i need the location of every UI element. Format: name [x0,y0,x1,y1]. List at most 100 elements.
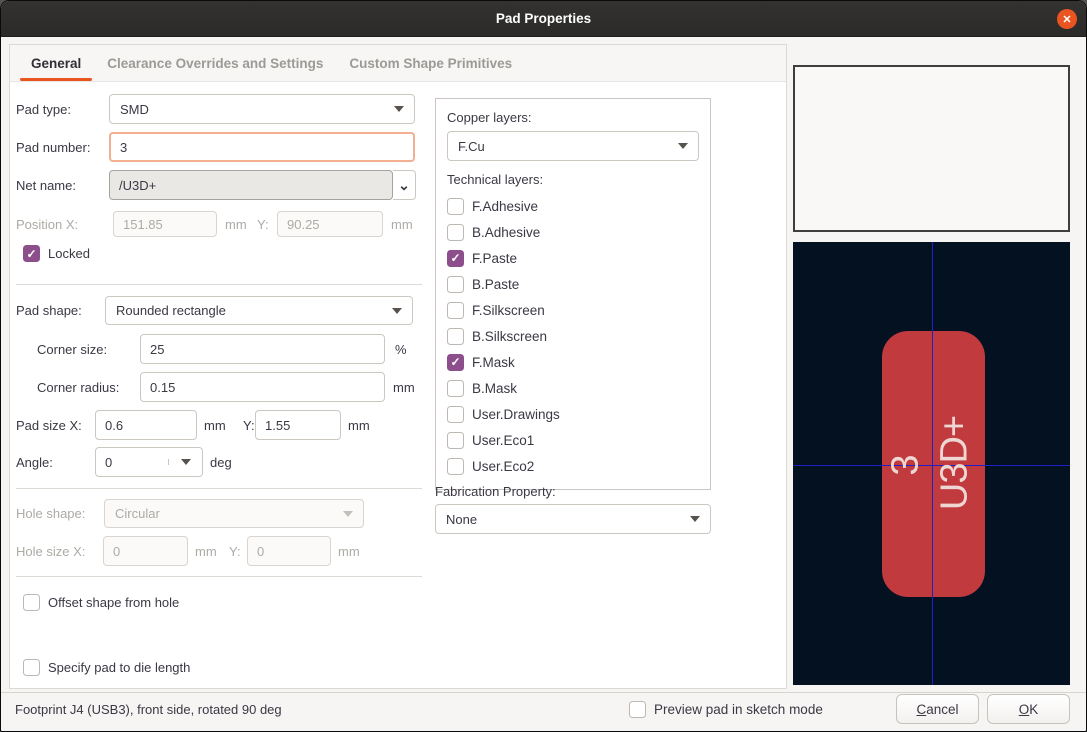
angle-unit: deg [210,447,232,477]
dropdown-arrow-icon [690,516,700,522]
corner-radius-unit: mm [393,372,415,402]
b-silkscreen-checkbox[interactable]: ✓ [447,328,464,345]
hole-size-x-input [103,536,188,566]
pad-size-x-unit: mm [204,410,226,440]
close-icon: ✕ [1062,13,1071,26]
locked-label: Locked [48,246,90,261]
pad-properties-dialog: Pad Properties ✕ General Clearance Overr… [0,0,1087,732]
close-button[interactable]: ✕ [1057,9,1077,29]
separator [16,576,422,577]
pad-type-dropdown[interactable]: SMD [109,94,415,124]
sketch-mode-checkbox[interactable]: ✓ [629,701,646,718]
f-silkscreen-checkbox[interactable]: ✓ [447,302,464,319]
hole-size-x-label: Hole size X: [16,536,85,566]
corner-radius-input[interactable] [140,372,385,402]
corner-size-label: Corner size: [37,334,107,364]
layer-row-b-silkscreen[interactable]: ✓ B.Silkscreen [447,323,699,349]
dropdown-arrow-icon [394,106,404,112]
fabrication-property-dropdown[interactable]: None [435,504,711,534]
form-panel: General Clearance Overrides and Settings… [9,44,787,689]
user-eco1-checkbox[interactable]: ✓ [447,432,464,449]
dropdown-arrow-icon [678,143,688,149]
offset-shape-checkbox-row[interactable]: ✓ Offset shape from hole [23,594,179,611]
offset-shape-label: Offset shape from hole [48,595,179,610]
dialog-title: Pad Properties [496,11,591,26]
layer-row-f-adhesive[interactable]: ✓ F.Adhesive [447,193,699,219]
cancel-button[interactable]: Cancel [896,694,979,724]
pad-number-label: Pad number: [16,132,90,162]
copper-layers-dropdown[interactable]: F.Cu [447,131,699,161]
b-mask-checkbox[interactable]: ✓ [447,380,464,397]
hole-size-y-unit: mm [338,536,360,566]
pad-type-label: Pad type: [16,94,71,124]
pad-size-y-unit: mm [348,410,370,440]
f-adhesive-checkbox[interactable]: ✓ [447,198,464,215]
pad-to-die-label: Specify pad to die length [48,660,190,675]
pad-size-x-label: Pad size X: [16,410,82,440]
pad-preview-canvas[interactable]: 3 U3D+ [793,242,1070,685]
position-y-label: Y: [257,211,269,237]
hole-shape-dropdown: Circular [104,499,364,528]
pad-size-y-input[interactable] [255,410,341,440]
hole-size-y-label: Y: [229,536,241,566]
net-name-preview-text: U3D+ [934,416,977,510]
pad-shape-preview-box [793,65,1070,232]
position-x-input [113,211,217,237]
pad-number-input[interactable] [109,132,415,162]
user-eco2-checkbox[interactable]: ✓ [447,458,464,475]
pad-shape-label: Pad shape: [16,296,82,325]
check-icon: ✓ [450,252,460,264]
dropdown-arrow-icon [343,511,353,517]
footer-separator [1,692,1086,693]
layer-row-b-mask[interactable]: ✓ B.Mask [447,375,699,401]
separator [16,284,422,285]
layer-row-user-eco2[interactable]: ✓ User.Eco2 [447,453,699,479]
pad-to-die-checkbox[interactable]: ✓ [23,659,40,676]
layer-row-b-adhesive[interactable]: ✓ B.Adhesive [447,219,699,245]
pad-size-y-label: Y: [243,410,255,440]
layer-row-f-paste[interactable]: ✓ F.Paste [447,245,699,271]
position-y-input [277,211,383,237]
layer-row-user-drawings[interactable]: ✓ User.Drawings [447,401,699,427]
technical-layers-label: Technical layers: [447,172,699,187]
angle-combo[interactable]: 0 [95,447,203,477]
corner-size-unit: % [395,334,407,364]
b-paste-checkbox[interactable]: ✓ [447,276,464,293]
hole-size-x-unit: mm [195,536,217,566]
locked-checkbox[interactable]: ✓ [23,245,40,262]
pad-shape-dropdown[interactable]: Rounded rectangle [105,296,413,325]
user-drawings-checkbox[interactable]: ✓ [447,406,464,423]
f-paste-checkbox[interactable]: ✓ [447,250,464,267]
pad-size-x-input[interactable] [95,410,197,440]
layers-box: Copper layers: F.Cu Technical layers: ✓ … [435,98,711,490]
layer-row-b-paste[interactable]: ✓ B.Paste [447,271,699,297]
layer-row-f-mask[interactable]: ✓ F.Mask [447,349,699,375]
f-mask-checkbox[interactable]: ✓ [447,354,464,371]
locked-checkbox-row[interactable]: ✓ Locked [23,245,90,262]
net-name-label: Net name: [16,170,76,200]
check-icon: ✓ [26,248,36,260]
fabrication-property-label: Fabrication Property: [435,483,556,499]
ok-button[interactable]: OK [987,694,1070,724]
check-icon: ✓ [450,356,460,368]
corner-size-input[interactable] [140,334,385,364]
tab-clearance-overrides[interactable]: Clearance Overrides and Settings [94,45,336,81]
position-y-unit: mm [391,211,413,237]
sketch-mode-checkbox-row[interactable]: ✓ Preview pad in sketch mode [629,701,823,718]
net-name-dropdown-button[interactable]: ⌄ [393,170,416,200]
position-x-unit: mm [225,211,247,237]
offset-shape-checkbox[interactable]: ✓ [23,594,40,611]
pad-number-preview-text: 3 [885,454,928,475]
pad-to-die-checkbox-row[interactable]: ✓ Specify pad to die length [23,659,190,676]
tab-general[interactable]: General [18,45,94,81]
tab-custom-shape-primitives[interactable]: Custom Shape Primitives [336,45,525,81]
titlebar[interactable]: Pad Properties ✕ [1,1,1086,37]
net-name-entry[interactable]: /U3D+ [109,170,393,200]
layer-row-user-eco1[interactable]: ✓ User.Eco1 [447,427,699,453]
dropdown-arrow-icon [392,308,402,314]
layer-row-f-silkscreen[interactable]: ✓ F.Silkscreen [447,297,699,323]
copper-layers-label: Copper layers: [447,110,699,125]
b-adhesive-checkbox[interactable]: ✓ [447,224,464,241]
angle-dropdown-button[interactable] [168,459,202,465]
dropdown-arrow-icon [181,459,191,465]
